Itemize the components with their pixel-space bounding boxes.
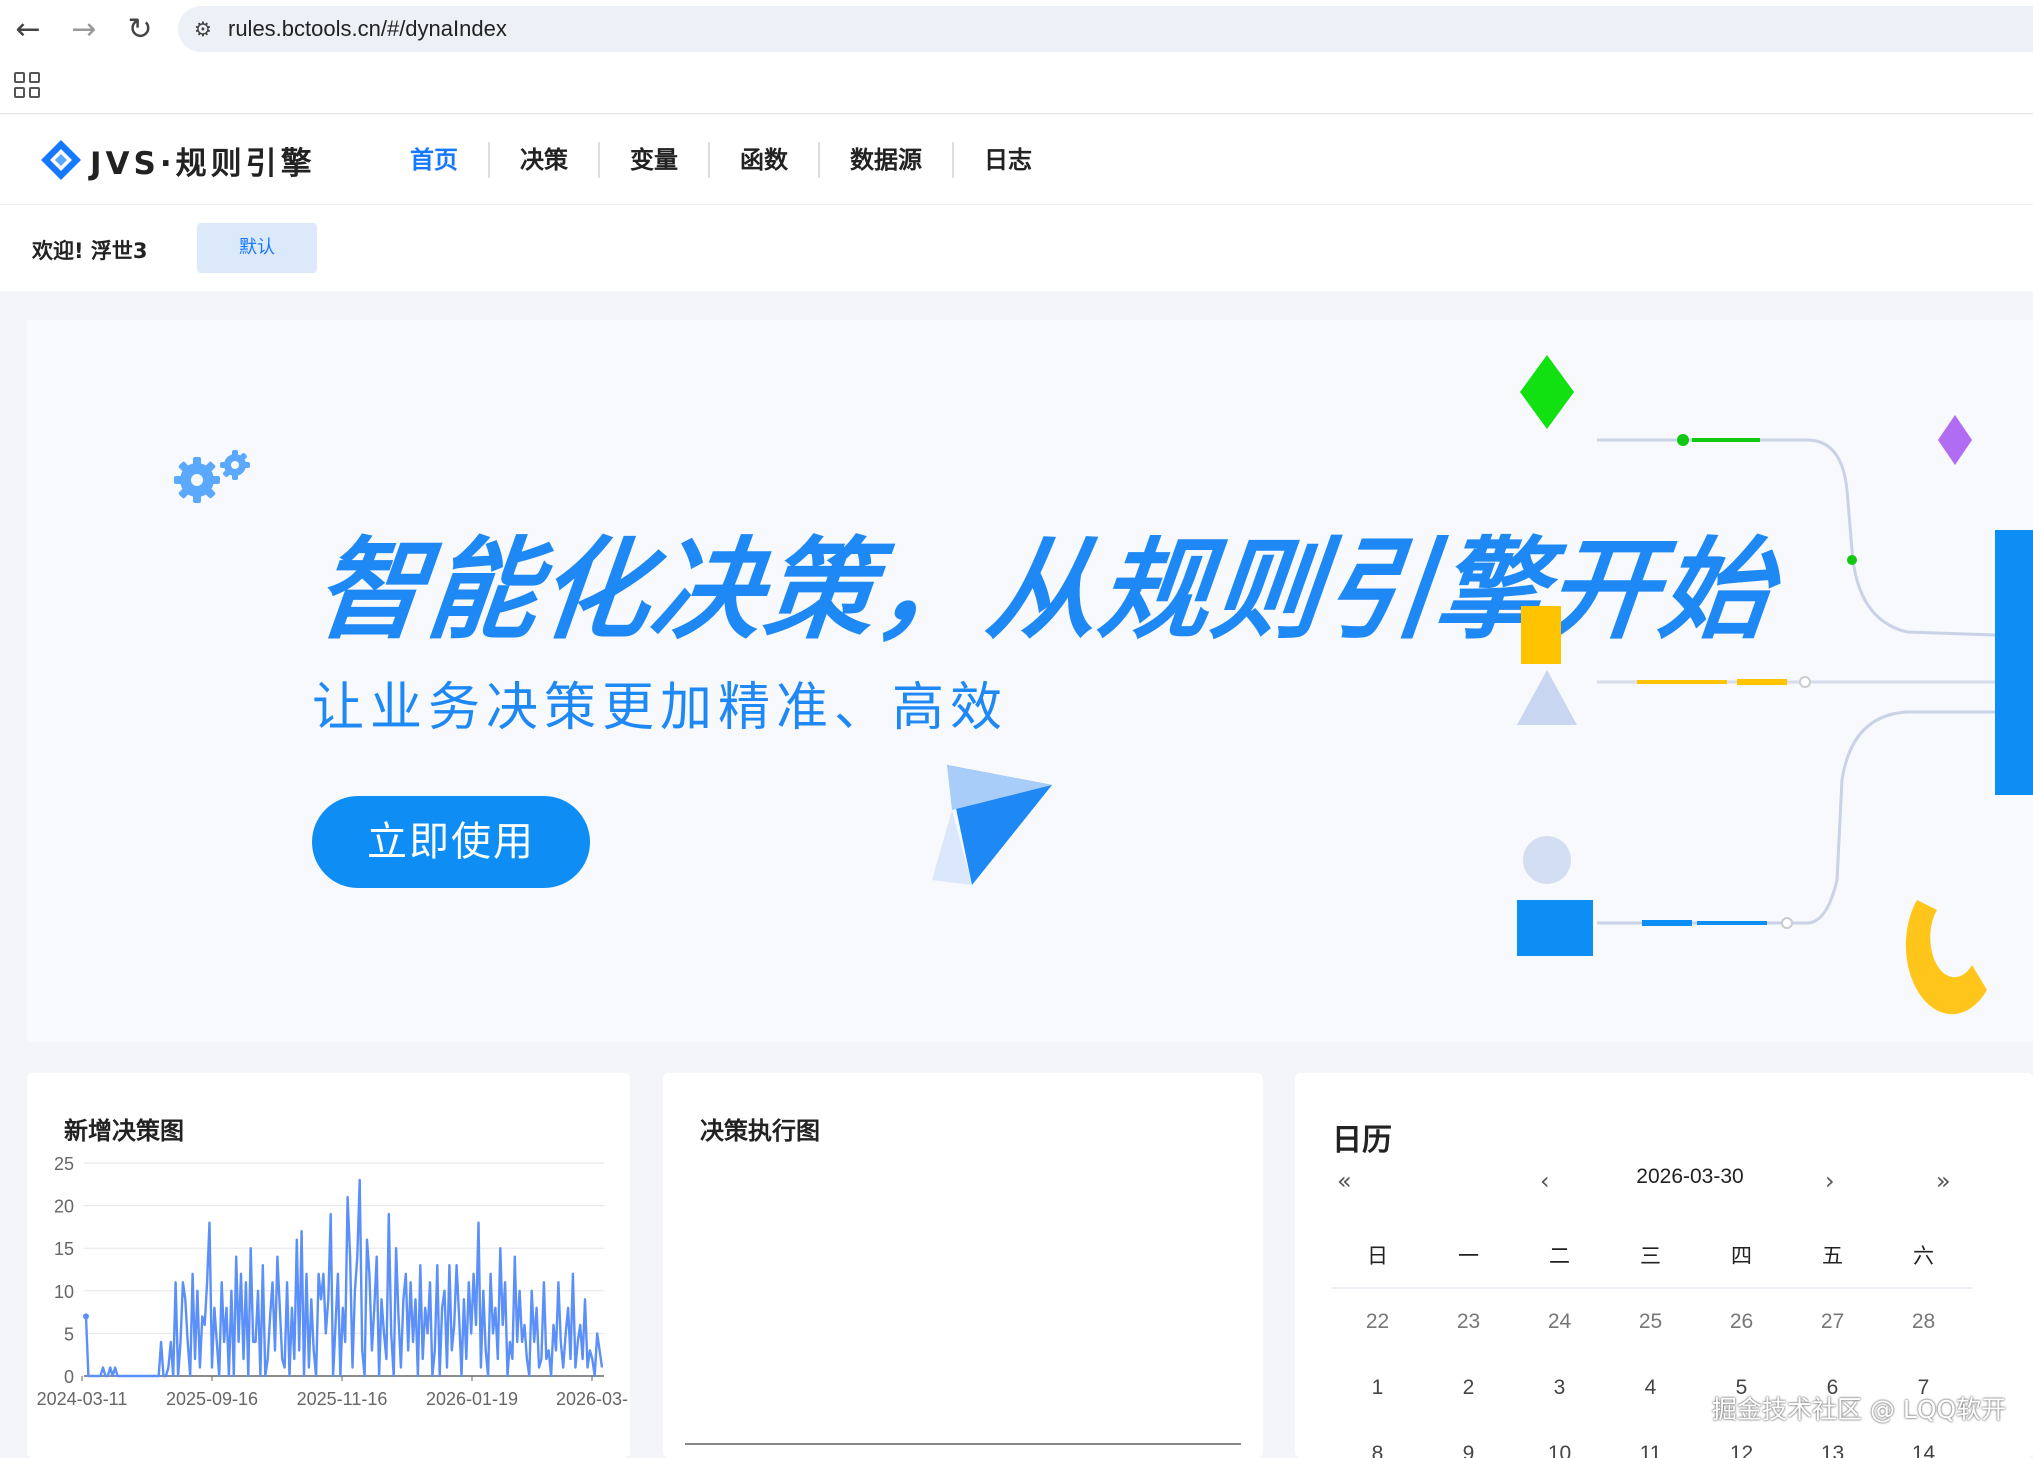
calendar-day[interactable]: 12	[1696, 1442, 1787, 1458]
forward-arrow-icon[interactable]: →	[56, 0, 112, 58]
yellow-arc-icon	[1905, 900, 1987, 1015]
main-nav: 首页 决策 变量 函数 数据源 日志	[380, 115, 1062, 205]
calendar-day[interactable]: 25	[1605, 1310, 1696, 1334]
next-month-icon[interactable]: ›	[1825, 1167, 1835, 1195]
weekday-label: 三	[1640, 1245, 1661, 1268]
calendar-day[interactable]: 10	[1514, 1442, 1605, 1458]
next-year-icon[interactable]: »	[1936, 1167, 1951, 1195]
calendar-day[interactable]: 4	[1605, 1376, 1696, 1400]
weekday-label: 日	[1367, 1245, 1388, 1268]
execution-title: 决策执行图	[700, 1117, 820, 1145]
sub-header: 欢迎! 浮世3 默认	[0, 205, 2033, 291]
address-bar[interactable]: ⚙ rules.bctools.cn/#/dynaIndex	[178, 6, 2033, 52]
green-diamond-icon	[1520, 355, 1574, 429]
gear-icon	[174, 450, 250, 503]
nav-log[interactable]: 日志	[954, 142, 1062, 178]
logo-diamond-icon	[41, 140, 81, 180]
calendar-day[interactable]: 13	[1787, 1442, 1878, 1458]
x-tick-label: 2024-03-11	[37, 1389, 128, 1409]
nav-function[interactable]: 函数	[710, 142, 820, 178]
calendar-week: 8 9 10 11 12 13 14	[1332, 1421, 1972, 1458]
calendar-day[interactable]: 14	[1878, 1442, 1969, 1458]
hero-banner: 智能化决策，从规则引擎开始 让业务决策更加精准、高效 立即使用	[27, 320, 2033, 1042]
nav-home[interactable]: 首页	[380, 142, 490, 178]
calendar-day[interactable]: 27	[1787, 1310, 1878, 1334]
calendar-title: 日历	[1332, 1123, 1392, 1158]
nav-decision[interactable]: 决策	[490, 142, 600, 178]
calendar-day[interactable]: 2	[1423, 1376, 1514, 1400]
blue-block-icon	[1517, 900, 1593, 956]
new-decisions-title: 新增决策图	[64, 1117, 184, 1145]
y-tick-label: 10	[54, 1282, 74, 1302]
welcome-text: 欢迎! 浮世3	[32, 239, 148, 263]
triangle-icon	[1517, 670, 1577, 725]
juejin-watermark: 掘金技术社区 @ LQQ软开	[1712, 1395, 2007, 1424]
url-text[interactable]: rules.bctools.cn/#/dynaIndex	[228, 16, 507, 42]
calendar-current-date[interactable]: 2026-03-30	[1595, 1165, 1785, 1189]
paper-plane-icon	[932, 765, 1052, 885]
blue-panel-icon	[1995, 530, 2033, 795]
calendar-day[interactable]: 22	[1332, 1310, 1423, 1334]
nav-datasource[interactable]: 数据源	[820, 142, 954, 178]
calendar-day[interactable]: 8	[1332, 1442, 1423, 1458]
weekday-label: 二	[1549, 1245, 1570, 1268]
calendar-day[interactable]: 23	[1423, 1310, 1514, 1334]
site-settings-icon[interactable]: ⚙	[178, 6, 228, 52]
start-using-button[interactable]: 立即使用	[312, 796, 590, 888]
nav-variable[interactable]: 变量	[600, 142, 710, 178]
sphere-icon	[1523, 836, 1571, 884]
weekday-label: 四	[1731, 1245, 1752, 1268]
x-tick-label: 2025-11-16	[297, 1389, 388, 1409]
new-decisions-chart: 0 5 10 15 20 25 2024-03-11 2025-09-16 2025-11-16…	[37, 1154, 628, 1409]
decision-flow-illustration	[1517, 355, 2033, 1015]
calendar-day[interactable]: 3	[1514, 1376, 1605, 1400]
bookmarks-bar	[0, 58, 2033, 114]
x-tick-label: 2026-01-19	[426, 1389, 518, 1409]
new-decisions-card: 新增决策图 0 5 10 15 20 25 2024-03-11 2025-09-16 2025…	[27, 1073, 630, 1458]
execution-chart-axis	[685, 1443, 1241, 1445]
yellow-block-icon	[1521, 606, 1561, 664]
logo-text: JVS·规则引擎	[90, 145, 316, 182]
prev-month-icon[interactable]: ‹	[1540, 1167, 1550, 1195]
calendar-day[interactable]: 11	[1605, 1442, 1696, 1458]
y-tick-label: 20	[54, 1197, 74, 1217]
purple-gem-icon	[1938, 415, 1972, 465]
weekday-label: 一	[1458, 1245, 1479, 1268]
back-arrow-icon[interactable]: ←	[0, 0, 56, 58]
series-start-point	[83, 1313, 89, 1320]
browser-toolbar: ← → ↻ ⚙ rules.bctools.cn/#/dynaIndex	[0, 0, 2033, 58]
execution-card: 决策执行图	[663, 1073, 1263, 1458]
prev-year-icon[interactable]: «	[1337, 1167, 1352, 1195]
weekday-label: 五	[1822, 1245, 1843, 1268]
calendar-week: 22 23 24 25 26 27 28	[1332, 1289, 1972, 1355]
calendar-day[interactable]: 28	[1878, 1310, 1969, 1334]
default-tag-button[interactable]: 默认	[197, 223, 317, 273]
weekday-label: 六	[1913, 1245, 1934, 1268]
calendar-day[interactable]: 26	[1696, 1310, 1787, 1334]
y-tick-label: 15	[54, 1239, 74, 1259]
reload-icon[interactable]: ↻	[112, 0, 168, 58]
apps-grid-icon[interactable]	[14, 72, 40, 98]
series-line	[84, 1178, 604, 1378]
weekday-row: 日 一 二 三 四 五 六	[1332, 1223, 1972, 1289]
calendar-day[interactable]: 9	[1423, 1442, 1514, 1458]
calendar-day[interactable]: 1	[1332, 1376, 1423, 1400]
y-tick-label: 0	[64, 1367, 74, 1387]
calendar-day[interactable]: 24	[1514, 1310, 1605, 1334]
logo[interactable]: JVS·规则引擎	[38, 137, 316, 183]
banner-subtitle: 让业务决策更加精准、高效	[312, 678, 1009, 738]
app-header: JVS·规则引擎 首页 决策 变量 函数 数据源 日志	[0, 115, 2033, 205]
x-tick-label: 2025-09-16	[166, 1389, 258, 1409]
x-tick-label: 2026-03-	[556, 1389, 628, 1409]
y-tick-label: 25	[54, 1154, 74, 1174]
y-tick-label: 5	[64, 1324, 74, 1344]
